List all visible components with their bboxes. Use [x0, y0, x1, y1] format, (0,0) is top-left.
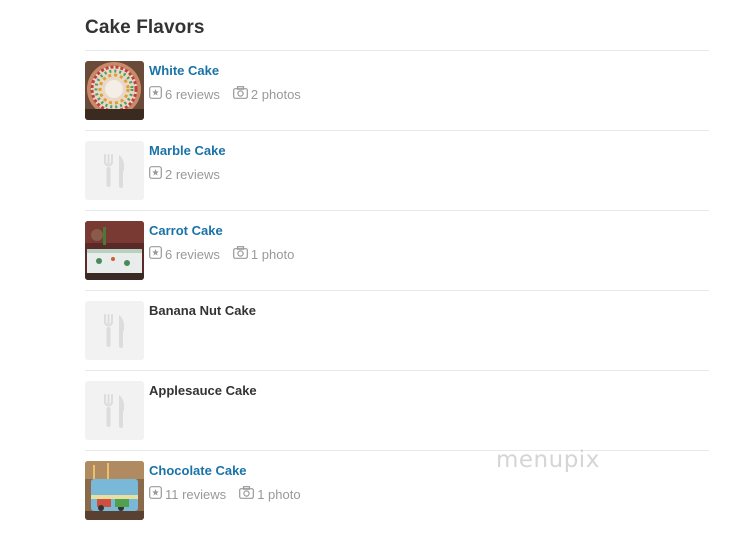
dish-name-link[interactable]: Chocolate Cake [149, 463, 247, 478]
reviews-link[interactable]: 6 reviews [149, 86, 220, 102]
list-item: Chocolate Cake 11 reviews 1 photo [85, 450, 709, 530]
fork-knife-icon [104, 314, 125, 348]
review-icon [149, 86, 162, 102]
dish-placeholder [85, 301, 144, 360]
review-icon [149, 246, 162, 262]
review-icon [149, 166, 162, 182]
dish-photo[interactable] [85, 221, 144, 280]
cropped-header-text [226, 0, 406, 2]
reviews-count: 6 reviews [165, 86, 220, 102]
dish-name-link[interactable]: Marble Cake [149, 143, 226, 158]
section-title: Cake Flavors [85, 17, 205, 38]
dish-meta: 6 reviews 1 photo [149, 246, 307, 262]
dish-meta: 2 reviews [149, 166, 233, 182]
list-item: Banana Nut Cake [85, 290, 709, 370]
dish-name: Applesauce Cake [149, 383, 257, 398]
reviews-count: 6 reviews [165, 246, 220, 262]
photos-count: 2 photos [250, 86, 301, 102]
photos-link[interactable]: 1 photo [233, 246, 294, 262]
reviews-link[interactable]: 11 reviews [149, 486, 226, 502]
list-item: Carrot Cake 6 reviews 1 photo [85, 210, 709, 290]
dish-photo[interactable] [85, 461, 144, 520]
list-item: White Cake 6 reviews 2 photos [85, 50, 709, 130]
fork-knife-icon [104, 154, 125, 188]
photos-count: 1 photo [250, 246, 295, 262]
photos-count: 1 photo [257, 486, 301, 502]
dish-placeholder [85, 381, 144, 440]
dish-placeholder [85, 141, 144, 200]
reviews-count: 11 reviews [165, 486, 227, 502]
reviews-link[interactable]: 6 reviews [149, 246, 220, 262]
reviews-count: 2 reviews [165, 166, 220, 182]
dish-name: Banana Nut Cake [149, 303, 256, 318]
dish-name-link[interactable]: Carrot Cake [149, 223, 223, 238]
dish-photo[interactable] [85, 61, 144, 120]
page: Cake Flavors White Cake 6 reviews 2 phot… [0, 0, 729, 545]
camera-icon [233, 86, 248, 102]
dish-name-link[interactable]: White Cake [149, 63, 219, 78]
dish-meta: 6 reviews 2 photos [149, 86, 314, 102]
dish-list: White Cake 6 reviews 2 photos Marble Cak… [85, 50, 709, 530]
fork-knife-icon [104, 394, 125, 428]
list-item: Marble Cake 2 reviews [85, 130, 709, 210]
dish-meta: 11 reviews 1 photo [149, 486, 314, 502]
camera-icon [233, 246, 248, 262]
list-item: Applesauce Cake [85, 370, 709, 450]
camera-icon [239, 486, 255, 502]
review-icon [149, 486, 162, 502]
reviews-link[interactable]: 2 reviews [149, 166, 220, 182]
photos-link[interactable]: 1 photo [239, 486, 301, 502]
watermark: menupix [496, 447, 600, 473]
photos-link[interactable]: 2 photos [233, 86, 301, 102]
